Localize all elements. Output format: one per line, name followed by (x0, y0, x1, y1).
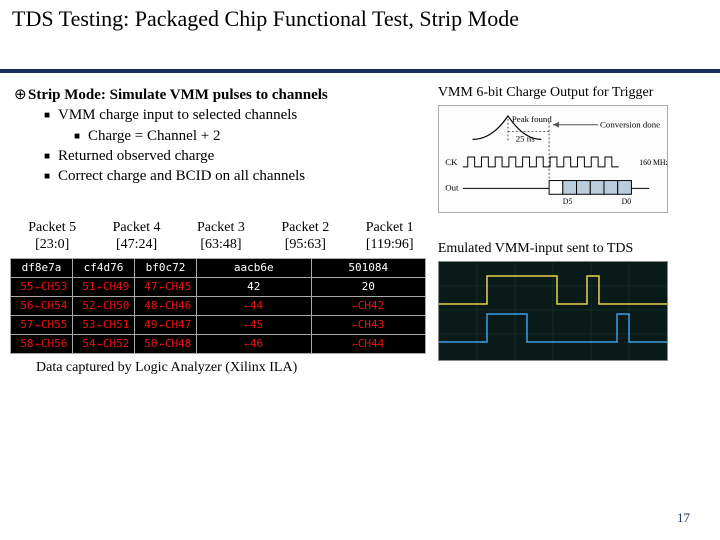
index-cell: 54 (73, 334, 97, 353)
page-title: TDS Testing: Packaged Chip Functional Te… (0, 0, 720, 34)
svg-text:160 MHz: 160 MHz (639, 158, 667, 167)
packet-section: Packet 5[23:0]Packet 4[47:24]Packet 3[63… (10, 220, 432, 376)
index-cell: 47 (135, 277, 159, 296)
index-cell: 51 (73, 277, 97, 296)
hex-cell: 501084 (311, 258, 426, 277)
hex-cell: cf4d76 (73, 258, 135, 277)
hex-cell: aacb6e (197, 258, 312, 277)
channel-cell: CH50 (97, 296, 135, 315)
value-cell: 42 (197, 277, 312, 296)
index-cell: 58 (11, 334, 35, 353)
page-number: 17 (677, 510, 690, 526)
index-cell: 48 (135, 296, 159, 315)
fig1-title: VMM 6-bit Charge Output for Trigger (438, 85, 710, 101)
index-cell: 55 (11, 277, 35, 296)
channel-cell: CH45 (159, 277, 197, 296)
channel-cell: CH54 (35, 296, 73, 315)
fig2-title: Emulated VMM-input sent to TDS (438, 241, 710, 257)
right-column: VMM 6-bit Charge Output for Trigger Peak… (432, 85, 710, 376)
channel-cell: CH53 (35, 277, 73, 296)
bullet-list: ⊕Strip Mode: Simulate VMM pulses to chan… (10, 85, 432, 186)
channel-cell: CH46 (159, 296, 197, 315)
bullet-1: Strip Mode: Simulate VMM pulses to chann… (28, 87, 328, 103)
svg-text:D5: D5 (563, 197, 573, 206)
channel-cell: ←CH42 (311, 296, 426, 315)
channel-cell: ←44 (197, 296, 312, 315)
channel-cell: CH48 (159, 334, 197, 353)
bullet-2c: Correct charge and BCID on all channels (58, 168, 305, 184)
hex-cell: df8e7a (11, 258, 73, 277)
index-cell: 49 (135, 315, 159, 334)
packet-header: Packet 1[119:96] (348, 220, 432, 254)
timing-diagram: Peak found 25 ns Conversion done CK 160 … (438, 105, 668, 213)
svg-text:25 ns: 25 ns (516, 133, 535, 143)
oscilloscope-figure (438, 261, 668, 361)
value-cell: 20 (311, 277, 426, 296)
svg-text:D0: D0 (621, 197, 631, 206)
channel-cell: CH56 (35, 334, 73, 353)
svg-text:Out: Out (445, 182, 459, 192)
channel-cell: CH55 (35, 315, 73, 334)
packet-header: Packet 5[23:0] (10, 220, 94, 254)
packet-headers: Packet 5[23:0]Packet 4[47:24]Packet 3[63… (10, 220, 432, 254)
packet-header: Packet 2[95:63] (263, 220, 347, 254)
index-cell: 57 (11, 315, 35, 334)
channel-cell: CH47 (159, 315, 197, 334)
svg-text:Conversion done: Conversion done (600, 120, 660, 130)
index-cell: 56 (11, 296, 35, 315)
table-caption: Data captured by Logic Analyzer (Xilinx … (10, 360, 432, 376)
index-cell: 50 (135, 334, 159, 353)
logic-analyzer-table: df8e7acf4d76bf0c72aacb6e50108455CH5351CH… (10, 258, 426, 354)
channel-cell: CH51 (97, 315, 135, 334)
channel-cell: CH49 (97, 277, 135, 296)
packet-header: Packet 3[63:48] (179, 220, 263, 254)
channel-cell: ←CH43 (311, 315, 426, 334)
index-cell: 52 (73, 296, 97, 315)
hex-cell: bf0c72 (135, 258, 197, 277)
bullet-2b: Returned observed charge (58, 148, 214, 164)
packet-header: Packet 4[47:24] (94, 220, 178, 254)
bullet-2a: VMM charge input to selected channels (58, 107, 297, 123)
bullet-3a: Charge = Channel + 2 (88, 128, 220, 144)
channel-cell: ←CH44 (311, 334, 426, 353)
channel-cell: ←45 (197, 315, 312, 334)
channel-cell: CH52 (97, 334, 135, 353)
index-cell: 53 (73, 315, 97, 334)
left-column: ⊕Strip Mode: Simulate VMM pulses to chan… (10, 85, 432, 376)
svg-text:Peak found: Peak found (512, 114, 552, 124)
channel-cell: ←46 (197, 334, 312, 353)
svg-text:CK: CK (445, 157, 458, 167)
